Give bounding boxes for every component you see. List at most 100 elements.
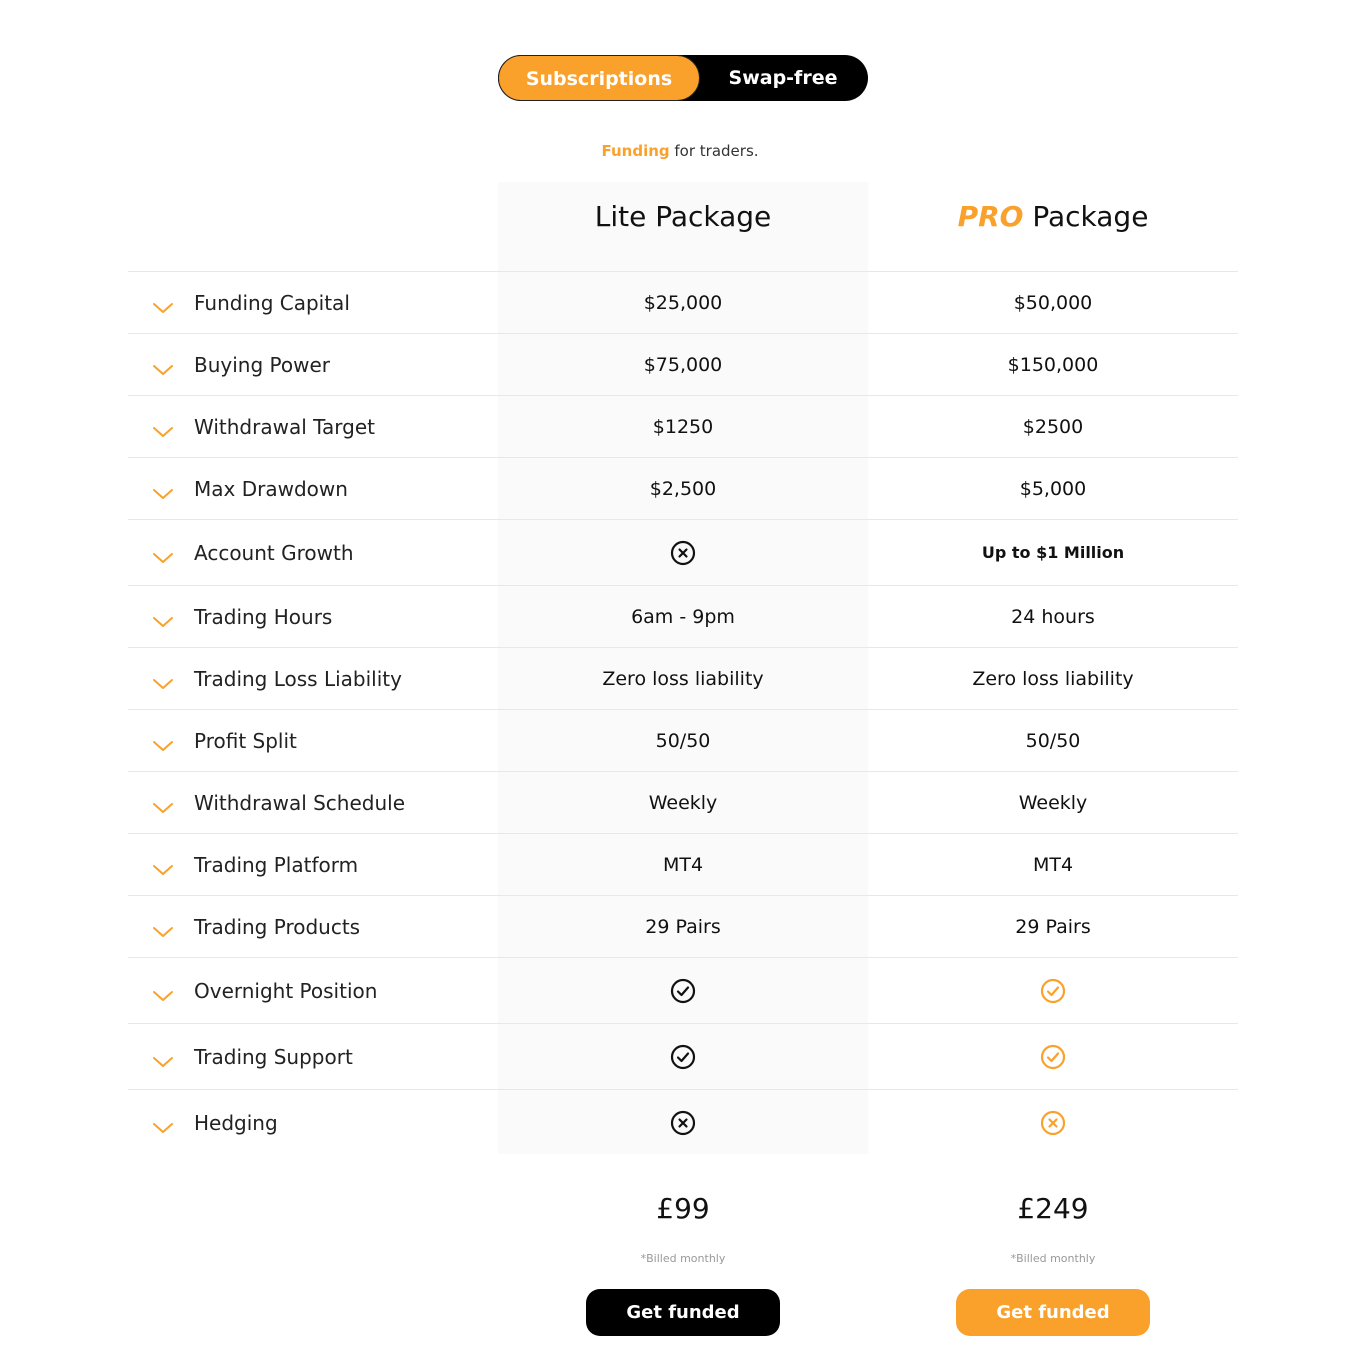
tagline-rest: for traders.: [669, 142, 759, 160]
lite-value: $25,000: [643, 291, 723, 314]
lite-billed-note: *Billed monthly: [640, 1252, 726, 1265]
table-row[interactable]: Trading Products 29 Pairs 29 Pairs: [128, 895, 1238, 957]
chevron-down-icon[interactable]: [152, 796, 174, 813]
row-label-cell[interactable]: Trading Loss Liability: [128, 667, 498, 691]
lite-value: 29 Pairs: [645, 915, 721, 938]
lite-value: 50/50: [655, 729, 711, 752]
row-label-cell[interactable]: Max Drawdown: [128, 477, 498, 501]
row-label: Trading Products: [194, 914, 361, 939]
row-label-cell[interactable]: Hedging: [128, 1111, 498, 1135]
row-label-cell[interactable]: Trading Support: [128, 1045, 498, 1069]
chevron-down-icon[interactable]: [152, 672, 174, 689]
pro-value: Zero loss liability: [972, 667, 1134, 690]
row-label-cell[interactable]: Account Growth: [128, 541, 498, 565]
pro-value: [868, 1110, 1238, 1136]
lite-value: MT4: [662, 853, 704, 876]
table-row[interactable]: Profit Split 50/50 50/50: [128, 709, 1238, 771]
pro-value: $150,000: [1007, 353, 1099, 376]
chevron-down-icon[interactable]: [152, 1050, 174, 1067]
pro-package-title-accent: PRO: [957, 200, 1024, 233]
pro-value: Weekly: [1018, 791, 1088, 814]
check-circle-icon: [1040, 978, 1066, 1003]
x-circle-icon: [670, 1110, 696, 1135]
check-circle-icon: [1040, 1044, 1066, 1069]
row-label: Withdrawal Target: [194, 414, 375, 439]
table-row[interactable]: Buying Power $75,000 $150,000: [128, 333, 1238, 395]
chevron-down-icon[interactable]: [152, 358, 174, 375]
row-label-cell[interactable]: Withdrawal Target: [128, 415, 498, 439]
check-circle-icon: [670, 1044, 696, 1069]
table-row[interactable]: Withdrawal Target $1250 $2500: [128, 395, 1238, 457]
pro-value: [868, 1044, 1238, 1070]
chevron-down-icon[interactable]: [152, 482, 174, 499]
pro-package-title-rest: Package: [1023, 200, 1149, 233]
pro-value: 50/50: [1025, 729, 1081, 752]
row-label: Profit Split: [194, 728, 297, 753]
row-label: Account Growth: [194, 540, 354, 565]
row-label: Overnight Position: [194, 978, 378, 1003]
row-label-cell[interactable]: Trading Products: [128, 915, 498, 939]
lite-value: $75,000: [643, 353, 723, 376]
lite-package-title: Lite Package: [594, 200, 772, 233]
row-label-cell[interactable]: Funding Capital: [128, 291, 498, 315]
table-row[interactable]: Trading Support: [128, 1023, 1238, 1089]
table-row[interactable]: Overnight Position: [128, 957, 1238, 1023]
table-row[interactable]: Account Growth Up to $1 Million: [128, 519, 1238, 585]
lite-value: [498, 1110, 868, 1136]
table-row[interactable]: Withdrawal Schedule Weekly Weekly: [128, 771, 1238, 833]
row-label: Buying Power: [194, 352, 330, 377]
lite-value: 6am - 9pm: [631, 605, 735, 628]
row-label: Hedging: [194, 1110, 278, 1135]
table-row[interactable]: Hedging: [128, 1089, 1238, 1155]
lite-get-funded-button[interactable]: Get funded: [586, 1289, 780, 1336]
lite-value: $2,500: [649, 477, 717, 500]
chevron-down-icon[interactable]: [152, 734, 174, 751]
pro-package-title: PRO Package: [868, 200, 1238, 233]
row-label: Funding Capital: [194, 290, 350, 315]
tab-swap-free[interactable]: Swap-free: [698, 55, 868, 101]
pro-value: [868, 978, 1238, 1004]
lite-value: $1250: [652, 415, 714, 438]
pro-get-funded-button[interactable]: Get funded: [956, 1289, 1150, 1336]
pro-billed-note: *Billed monthly: [1010, 1252, 1096, 1265]
chevron-down-icon[interactable]: [152, 610, 174, 627]
x-circle-icon: [1040, 1110, 1066, 1135]
pro-value: Up to $1 Million: [981, 543, 1125, 562]
x-circle-icon: [670, 540, 696, 565]
row-label: Trading Support: [194, 1044, 353, 1069]
chevron-down-icon[interactable]: [152, 858, 174, 875]
chevron-down-icon[interactable]: [152, 546, 174, 563]
pro-value: 29 Pairs: [1015, 915, 1091, 938]
lite-value: Zero loss liability: [602, 667, 764, 690]
table-row[interactable]: Max Drawdown $2,500 $5,000: [128, 457, 1238, 519]
tagline-accent: Funding: [601, 142, 670, 160]
chevron-down-icon[interactable]: [152, 420, 174, 437]
tab-subscriptions[interactable]: Subscriptions: [498, 55, 700, 101]
lite-value: Weekly: [648, 791, 718, 814]
row-label: Trading Hours: [194, 604, 333, 629]
chevron-down-icon[interactable]: [152, 296, 174, 313]
chevron-down-icon[interactable]: [152, 920, 174, 937]
tagline: Funding for traders.: [0, 142, 1360, 160]
table-row[interactable]: Trading Platform MT4 MT4: [128, 833, 1238, 895]
table-row[interactable]: Trading Loss Liability Zero loss liabilit…: [128, 647, 1238, 709]
row-label-cell[interactable]: Trading Platform: [128, 853, 498, 877]
row-label: Trading Loss Liability: [194, 666, 402, 691]
lite-value: [498, 1044, 868, 1070]
comparison-table: Funding Capital $25,000 $50,000 Buying Powe…: [128, 271, 1238, 1155]
row-label-cell[interactable]: Buying Power: [128, 353, 498, 377]
chevron-down-icon[interactable]: [152, 1116, 174, 1133]
table-row[interactable]: Funding Capital $25,000 $50,000: [128, 271, 1238, 333]
table-row[interactable]: Trading Hours 6am - 9pm 24 hours: [128, 585, 1238, 647]
row-label-cell[interactable]: Overnight Position: [128, 979, 498, 1003]
row-label-cell[interactable]: Trading Hours: [128, 605, 498, 629]
lite-value: [498, 978, 868, 1004]
row-label: Trading Platform: [194, 852, 359, 877]
plan-type-toggle: Subscriptions Swap-free: [498, 55, 868, 101]
chevron-down-icon[interactable]: [152, 984, 174, 1001]
row-label: Max Drawdown: [194, 476, 348, 501]
row-label-cell[interactable]: Withdrawal Schedule: [128, 791, 498, 815]
pro-value: $50,000: [1013, 291, 1093, 314]
row-label-cell[interactable]: Profit Split: [128, 729, 498, 753]
row-label: Withdrawal Schedule: [194, 790, 406, 815]
